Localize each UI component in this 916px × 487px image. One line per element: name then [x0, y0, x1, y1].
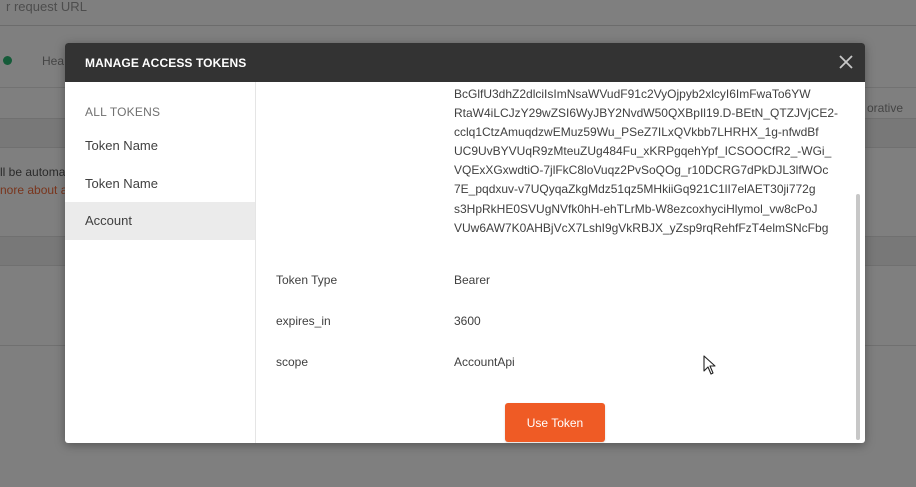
token-type-label: Token Type — [276, 273, 338, 287]
sidebar-item-account[interactable]: Account — [65, 202, 255, 240]
token-type-value: Bearer — [454, 273, 491, 287]
token-line: 7E_pqdxuv-v7UQyqaZkgMdz51qz5MHkiiGq921C1… — [454, 182, 816, 197]
mouse-cursor-icon — [703, 355, 717, 375]
close-icon[interactable] — [838, 54, 854, 70]
modal-title: MANAGE ACCESS TOKENS — [85, 56, 247, 70]
token-line: RtaW4iLCJzY29wZSI6WyJBY2NvdW50QXBpIl19.D… — [454, 106, 838, 121]
manage-access-tokens-modal: MANAGE ACCESS TOKENS ALL TOKENS Token Na… — [65, 43, 865, 443]
token-details-panel: BcGlfU3dhZ2dlciIsImNsaWVudF91c2VyOjpyb2x… — [257, 82, 857, 443]
token-line: s3HpRkHE0SVUgNVfk0hH-ehTLrMb-W8ezcoxhyci… — [454, 201, 818, 216]
expires-in-value: 3600 — [454, 314, 481, 328]
token-line: UC9UvBYVUqR9zMteuZUg484Fu_xKRPgqehYpf_IC… — [454, 144, 832, 159]
token-line: VUw6AW7K0AHBjVcX7LshI9gVkRBJX_yZsp9rqReh… — [454, 220, 829, 235]
sidebar-item-token-name-1[interactable]: Token Name — [65, 127, 255, 165]
token-line: VQExXGxwdtiO-7jlFkC8loVuqz2PvSoQOg_r10DC… — [454, 163, 829, 178]
scope-value: AccountApi — [454, 355, 515, 369]
token-line: BcGlfU3dhZ2dlciIsImNsaWVudF91c2VyOjpyb2x… — [454, 87, 811, 101]
tokens-sidebar: ALL TOKENS Token Name Token Name Account — [65, 82, 256, 443]
scrollbar-thumb[interactable] — [856, 194, 860, 440]
use-token-button[interactable]: Use Token — [505, 403, 605, 442]
access-token-value: BcGlfU3dhZ2dlciIsImNsaWVudF91c2VyOjpyb2x… — [454, 85, 838, 238]
token-line: cclq1CtzAmuqdzwEMuz59Wu_PSeZ7ILxQVkbb7LH… — [454, 125, 819, 140]
modal-header: MANAGE ACCESS TOKENS — [65, 43, 865, 82]
scope-label: scope — [276, 355, 309, 369]
all-tokens-heading: ALL TOKENS — [85, 105, 161, 119]
expires-in-label: expires_in — [276, 314, 331, 328]
sidebar-item-token-name-2[interactable]: Token Name — [65, 165, 255, 203]
